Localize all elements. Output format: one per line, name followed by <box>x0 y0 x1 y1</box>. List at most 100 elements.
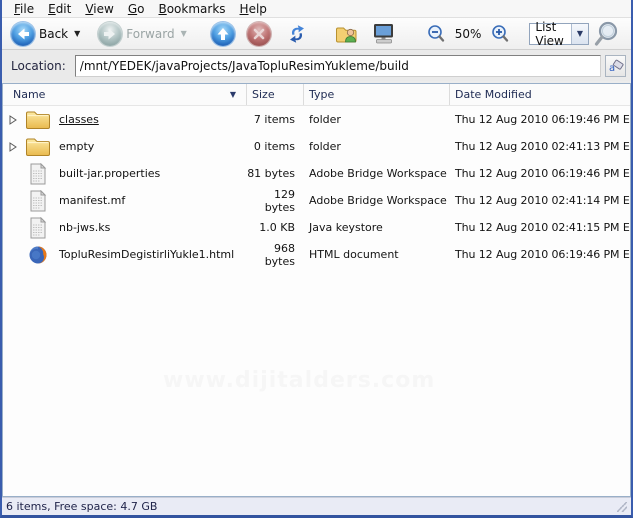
location-label: Location: <box>11 58 66 73</box>
name-cell: TopluResimDegistirliYukle1.html <box>3 241 247 268</box>
menu-help[interactable]: Help <box>233 1 274 17</box>
menu-bookmarks[interactable]: Bookmarks <box>151 1 232 17</box>
name-cell: manifest.mf <box>3 187 247 214</box>
back-dropdown-icon[interactable]: ▼ <box>74 29 80 38</box>
text-file-icon <box>30 189 47 211</box>
file-icon <box>23 245 53 265</box>
search-icon <box>594 21 618 46</box>
date-cell: Thu 12 Aug 2010 02:41:14 PM EEST <box>455 194 630 207</box>
column-header-date[interactable]: Date Modified <box>450 84 630 105</box>
date-cell: Thu 12 Aug 2010 06:19:46 PM EEST <box>455 167 630 180</box>
size-cell: 1.0 KB <box>259 221 295 234</box>
menu-view[interactable]: View <box>78 1 120 17</box>
column-size-label: Size <box>252 88 275 101</box>
name-cell: built-jar.properties <box>3 160 247 187</box>
menu-go[interactable]: Go <box>121 1 152 17</box>
view-mode-select[interactable]: List View ▼ <box>529 19 589 48</box>
computer-icon <box>373 24 393 44</box>
forward-button[interactable]: Forward ▼ <box>95 20 189 48</box>
clear-location-icon: a <box>609 59 624 74</box>
column-type-label: Type <box>309 88 335 101</box>
expander-icon[interactable] <box>3 141 23 152</box>
zoom-out-button[interactable] <box>423 20 449 48</box>
date-cell: Thu 12 Aug 2010 06:19:46 PM EEST <box>455 248 630 261</box>
date-cell: Thu 12 Aug 2010 02:41:13 PM EEST <box>455 140 630 153</box>
table-row[interactable]: built-jar.properties 81 bytes Adobe Brid… <box>3 160 630 187</box>
type-cell: HTML document <box>309 248 399 261</box>
expand-triangle-icon <box>9 114 17 125</box>
stop-button[interactable] <box>244 20 274 48</box>
forward-icon <box>98 21 123 46</box>
status-text: 6 items, Free space: 4.7 GB <box>6 500 158 513</box>
table-row[interactable]: classes 7 items folder Thu 12 Aug 2010 0… <box>3 106 630 133</box>
table-row[interactable]: nb-jws.ks 1.0 KB Java keystore Thu 12 Au… <box>3 214 630 241</box>
size-cell: 0 items <box>253 140 295 153</box>
folder-icon <box>26 111 50 129</box>
column-header-size[interactable]: Size <box>247 84 304 105</box>
file-icon <box>23 189 53 212</box>
file-rows: classes 7 items folder Thu 12 Aug 2010 0… <box>3 106 630 268</box>
clear-location-button[interactable]: a <box>605 54 626 77</box>
file-name: built-jar.properties <box>59 167 161 180</box>
size-cell: 129 bytes <box>264 187 295 214</box>
location-input[interactable] <box>74 54 601 77</box>
back-icon <box>11 21 35 46</box>
expander-icon[interactable] <box>3 114 23 125</box>
type-cell: Adobe Bridge Workspace File <box>309 167 450 180</box>
file-name: empty <box>59 140 95 153</box>
back-label: Back <box>39 26 69 41</box>
type-cell: folder <box>309 113 341 126</box>
size-cell: 7 items <box>253 113 295 126</box>
view-mode-value: List View <box>535 19 564 48</box>
computer-button[interactable] <box>369 20 399 48</box>
menu-edit[interactable]: Edit <box>41 1 78 17</box>
folder-user-icon <box>335 27 357 43</box>
file-name: TopluResimDegistirliYukle1.html <box>59 248 235 261</box>
column-headers: Name ▼ Size Type Date Modified <box>3 84 630 106</box>
table-row[interactable]: TopluResimDegistirliYukle1.html 968 byte… <box>3 241 630 268</box>
table-row[interactable]: empty 0 items folder Thu 12 Aug 2010 02:… <box>3 133 630 160</box>
combo-dropdown-icon[interactable]: ▼ <box>571 23 588 44</box>
forward-dropdown-icon: ▼ <box>180 29 187 38</box>
type-cell: folder <box>309 140 341 153</box>
watermark: www.dijitalders.com <box>163 368 436 393</box>
size-cell: 968 bytes <box>264 241 295 268</box>
size-cell: 81 bytes <box>247 167 295 180</box>
name-cell: empty <box>3 133 247 160</box>
zoom-out-icon <box>427 24 444 42</box>
firefox-icon <box>29 246 47 263</box>
type-cell: Adobe Bridge Workspace File <box>309 194 450 207</box>
file-list-view: Name ▼ Size Type Date Modified classes 7… <box>2 83 631 497</box>
status-bar: 6 items, Free space: 4.7 GB <box>2 497 631 515</box>
zoom-in-icon <box>492 24 509 42</box>
date-cell: Thu 12 Aug 2010 06:19:46 PM EEST <box>455 113 630 126</box>
file-name: nb-jws.ks <box>59 221 111 234</box>
text-file-icon <box>30 216 47 238</box>
text-file-icon <box>30 162 47 184</box>
location-bar: Location: a <box>2 50 631 81</box>
name-cell: nb-jws.ks <box>3 214 247 241</box>
expand-triangle-icon <box>9 141 17 152</box>
menu-file[interactable]: File <box>7 1 41 17</box>
file-icon <box>23 162 53 185</box>
menu-bar: File Edit View Go Bookmarks Help <box>2 0 631 18</box>
date-cell: Thu 12 Aug 2010 02:41:15 PM EEST <box>455 221 630 234</box>
type-cell: Java keystore <box>309 221 383 234</box>
folder-icon <box>26 138 50 156</box>
column-name-label: Name <box>13 88 46 101</box>
home-folder-button[interactable] <box>332 20 361 48</box>
table-row[interactable]: manifest.mf 129 bytes Adobe Bridge Works… <box>3 187 630 214</box>
up-button[interactable] <box>208 20 238 48</box>
zoom-in-button[interactable] <box>487 20 513 48</box>
column-header-name[interactable]: Name ▼ <box>3 84 247 105</box>
column-header-type[interactable]: Type <box>304 84 450 105</box>
search-button[interactable] <box>589 20 623 48</box>
back-button[interactable]: Back ▼ <box>8 20 83 48</box>
file-icon <box>23 136 53 157</box>
reload-button[interactable] <box>282 20 312 48</box>
zoom-level: 50% <box>454 26 482 41</box>
resize-grip-icon[interactable] <box>617 501 627 512</box>
up-icon <box>210 21 235 46</box>
forward-label: Forward <box>126 26 175 41</box>
column-date-label: Date Modified <box>455 88 532 101</box>
